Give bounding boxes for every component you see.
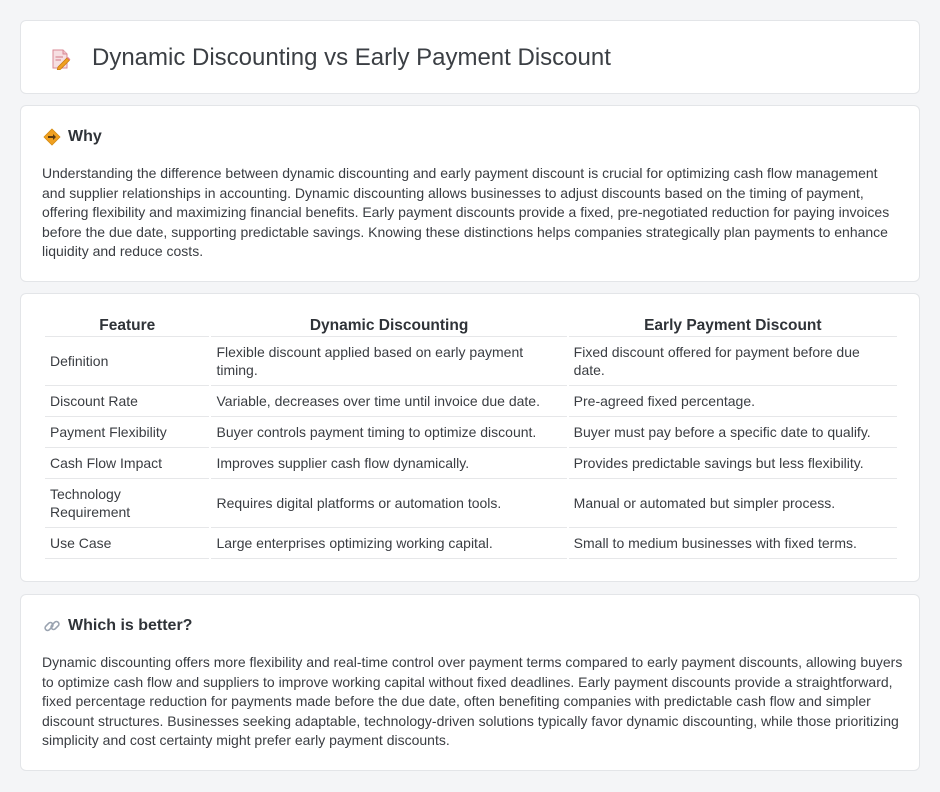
better-heading: Which is better? [43,617,192,635]
early-cell: Small to medium businesses with fixed te… [568,528,897,559]
dynamic-cell: Requires digital platforms or automation… [211,479,567,528]
feature-cell: Discount Rate [45,386,210,417]
feature-cell: Definition [45,337,210,386]
comparison-section: Feature Dynamic Discounting Early Paymen… [20,293,920,582]
early-cell: Fixed discount offered for payment befor… [568,337,897,386]
table-row: Cash Flow Impact Improves supplier cash … [45,448,897,479]
header-dynamic-discounting: Dynamic Discounting [211,316,567,337]
dynamic-cell: Buyer controls payment timing to optimiz… [211,417,567,448]
why-title: Why [68,128,102,145]
why-section: Why Understanding the difference between… [20,105,920,282]
table-row: Definition Flexible discount applied bas… [45,337,897,386]
early-cell: Pre-agreed fixed percentage. [568,386,897,417]
better-title: Which is better? [68,617,193,634]
which-is-better-section: Which is better? Dynamic discounting off… [20,594,920,771]
feature-cell: Use Case [45,528,210,559]
link-icon [44,620,60,632]
early-cell: Provides predictable savings but less fl… [568,448,897,479]
early-cell: Manual or automated but simpler process. [568,479,897,528]
table-row: Discount Rate Variable, decreases over t… [45,386,897,417]
document-pencil-icon [52,49,71,70]
table-header-row: Feature Dynamic Discounting Early Paymen… [45,316,897,337]
why-body: Understanding the difference between dyn… [42,165,890,260]
dynamic-cell: Improves supplier cash flow dynamically. [211,448,567,479]
header-early-payment-discount: Early Payment Discount [568,316,897,337]
table-row: Technology Requirement Requires digital … [45,479,897,528]
better-body: Dynamic discounting offers more flexibil… [42,654,903,749]
feature-cell: Cash Flow Impact [45,448,210,479]
feature-cell: Payment Flexibility [45,417,210,448]
comparison-table: Feature Dynamic Discounting Early Paymen… [43,316,899,559]
diamond-signpost-icon [43,128,61,146]
table-row: Payment Flexibility Buyer controls payme… [45,417,897,448]
header-card: Dynamic Discounting vs Early Payment Dis… [20,20,920,94]
header-feature: Feature [45,316,210,337]
why-heading: Why [43,128,102,146]
dynamic-cell: Variable, decreases over time until invo… [211,386,567,417]
feature-cell: Technology Requirement [45,479,210,528]
table-row: Use Case Large enterprises optimizing wo… [45,528,897,559]
early-cell: Buyer must pay before a specific date to… [568,417,897,448]
dynamic-cell: Flexible discount applied based on early… [211,337,567,386]
dynamic-cell: Large enterprises optimizing working cap… [211,528,567,559]
page-title: Dynamic Discounting vs Early Payment Dis… [92,44,611,71]
